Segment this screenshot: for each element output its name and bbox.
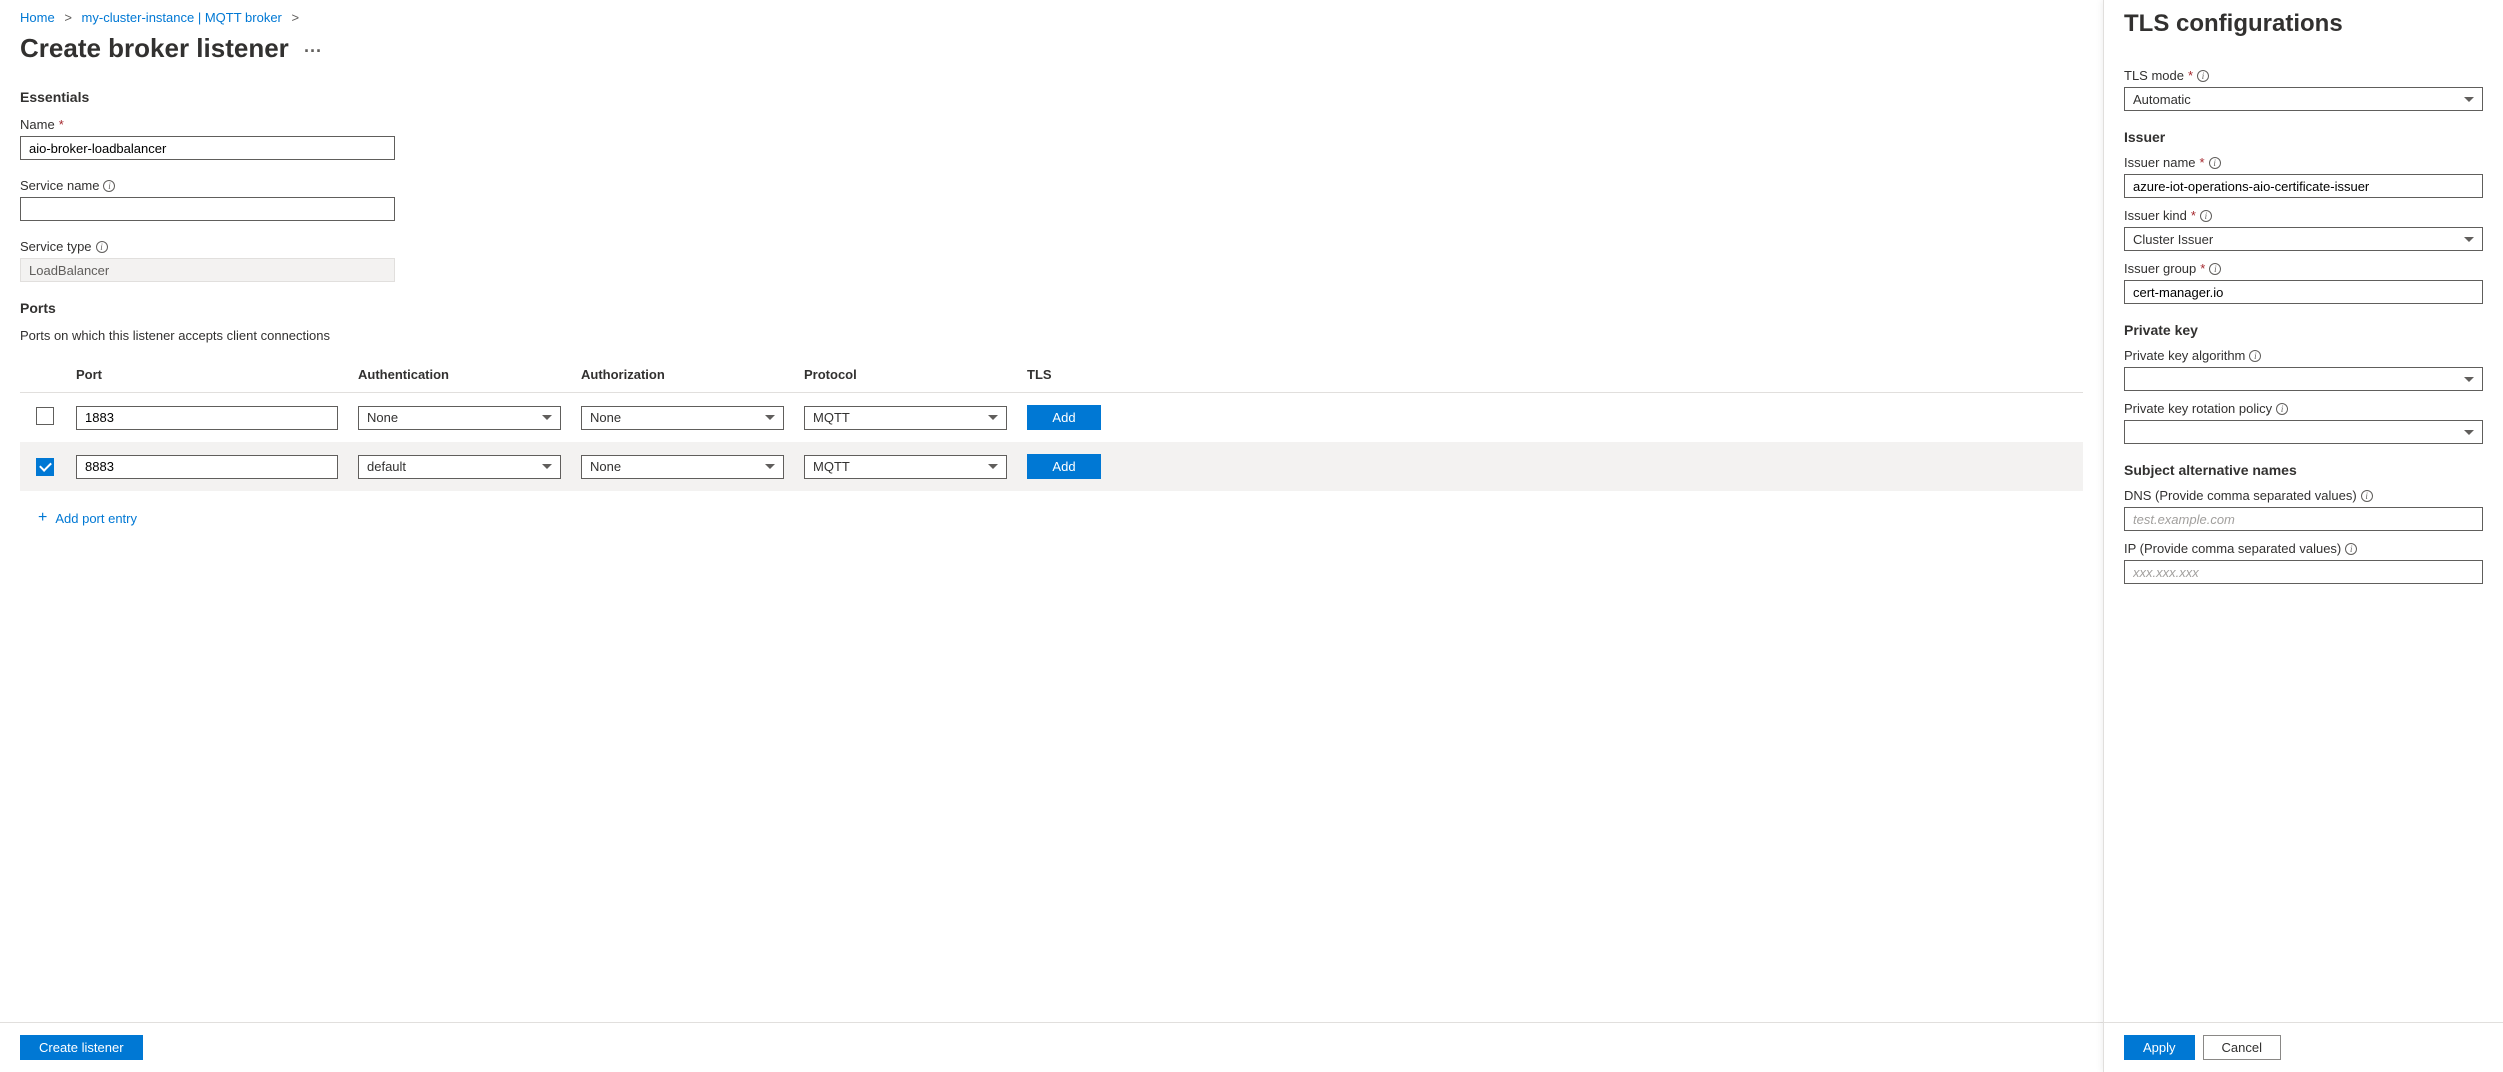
authz-select[interactable]: None bbox=[581, 455, 784, 479]
required-icon: * bbox=[2191, 208, 2196, 223]
dns-input[interactable] bbox=[2124, 507, 2483, 531]
port-input[interactable] bbox=[76, 406, 338, 430]
pk-algorithm-label: Private key algorithm bbox=[2124, 348, 2483, 363]
info-icon[interactable] bbox=[2209, 157, 2221, 169]
chevron-down-icon bbox=[542, 464, 552, 469]
issuer-group-input[interactable] bbox=[2124, 280, 2483, 304]
chevron-down-icon bbox=[2464, 430, 2474, 435]
cancel-button[interactable]: Cancel bbox=[2203, 1035, 2281, 1060]
info-icon[interactable] bbox=[2197, 70, 2209, 82]
required-icon: * bbox=[2188, 68, 2193, 83]
chevron-down-icon bbox=[765, 415, 775, 420]
info-icon[interactable] bbox=[2361, 490, 2373, 502]
info-icon[interactable] bbox=[2209, 263, 2221, 275]
issuer-name-label: Issuer name * bbox=[2124, 155, 2483, 170]
header-auth: Authentication bbox=[358, 367, 581, 382]
tls-add-button[interactable]: Add bbox=[1027, 405, 1101, 430]
chevron-down-icon bbox=[542, 415, 552, 420]
dns-label: DNS (Provide comma separated values) bbox=[2124, 488, 2483, 503]
ports-table-header: Port Authentication Authorization Protoc… bbox=[20, 357, 2083, 393]
header-tls: TLS bbox=[1027, 367, 1107, 382]
info-icon[interactable] bbox=[103, 180, 115, 192]
chevron-down-icon bbox=[2464, 97, 2474, 102]
service-name-input[interactable] bbox=[20, 197, 395, 221]
page-title: Create broker listener ··· bbox=[20, 33, 2083, 64]
info-icon[interactable] bbox=[2200, 210, 2212, 222]
info-icon[interactable] bbox=[2276, 403, 2288, 415]
proto-select[interactable]: MQTT bbox=[804, 455, 1007, 479]
service-name-label: Service name bbox=[20, 178, 395, 193]
ports-heading: Ports bbox=[20, 300, 2083, 316]
pk-rotation-label: Private key rotation policy bbox=[2124, 401, 2483, 416]
chevron-down-icon bbox=[2464, 237, 2474, 242]
san-heading: Subject alternative names bbox=[2124, 462, 2483, 478]
name-input[interactable] bbox=[20, 136, 395, 160]
issuer-group-label: Issuer group * bbox=[2124, 261, 2483, 276]
info-icon[interactable] bbox=[96, 241, 108, 253]
service-type-label: Service type bbox=[20, 239, 395, 254]
authz-select[interactable]: None bbox=[581, 406, 784, 430]
tls-add-button[interactable]: Add bbox=[1027, 454, 1101, 479]
create-listener-button[interactable]: Create listener bbox=[20, 1035, 143, 1060]
chevron-down-icon bbox=[988, 464, 998, 469]
issuer-heading: Issuer bbox=[2124, 129, 2483, 145]
port-input[interactable] bbox=[76, 455, 338, 479]
pk-rotation-select[interactable] bbox=[2124, 420, 2483, 444]
chevron-right-icon: > bbox=[64, 10, 72, 25]
ip-label: IP (Provide comma separated values) bbox=[2124, 541, 2483, 556]
breadcrumb-item-home[interactable]: Home bbox=[20, 10, 55, 25]
header-authz: Authorization bbox=[581, 367, 804, 382]
apply-button[interactable]: Apply bbox=[2124, 1035, 2195, 1060]
essentials-heading: Essentials bbox=[20, 89, 2083, 105]
pk-algorithm-select[interactable] bbox=[2124, 367, 2483, 391]
table-row: default None MQTT Add bbox=[20, 442, 2083, 491]
name-label: Name * bbox=[20, 117, 395, 132]
chevron-right-icon: > bbox=[292, 10, 300, 25]
table-row: None None MQTT Add bbox=[20, 393, 2083, 442]
required-icon: * bbox=[2200, 261, 2205, 276]
footer-bar: Create listener bbox=[0, 1022, 2103, 1072]
header-proto: Protocol bbox=[804, 367, 1027, 382]
auth-select[interactable]: default bbox=[358, 455, 561, 479]
service-type-value: LoadBalancer bbox=[20, 258, 395, 282]
issuer-name-input[interactable] bbox=[2124, 174, 2483, 198]
required-icon: * bbox=[2200, 155, 2205, 170]
issuer-kind-select[interactable]: Cluster Issuer bbox=[2124, 227, 2483, 251]
auth-select[interactable]: None bbox=[358, 406, 561, 430]
chevron-down-icon bbox=[2464, 377, 2474, 382]
ports-table: Port Authentication Authorization Protoc… bbox=[20, 357, 2083, 491]
row-checkbox[interactable] bbox=[36, 407, 54, 425]
ports-description: Ports on which this listener accepts cli… bbox=[20, 328, 2083, 343]
issuer-kind-label: Issuer kind * bbox=[2124, 208, 2483, 223]
tls-panel-title: TLS configurations bbox=[2124, 10, 2483, 38]
private-key-heading: Private key bbox=[2124, 322, 2483, 338]
info-icon[interactable] bbox=[2249, 350, 2261, 362]
chevron-down-icon bbox=[765, 464, 775, 469]
page-title-text: Create broker listener bbox=[20, 33, 289, 63]
header-port: Port bbox=[76, 367, 358, 382]
chevron-down-icon bbox=[988, 415, 998, 420]
tls-panel-footer: Apply Cancel bbox=[2104, 1022, 2503, 1072]
ip-input[interactable] bbox=[2124, 560, 2483, 584]
breadcrumb-item-cluster[interactable]: my-cluster-instance | MQTT broker bbox=[82, 10, 282, 25]
tls-mode-select[interactable]: Automatic bbox=[2124, 87, 2483, 111]
add-port-link[interactable]: + Add port entry bbox=[38, 509, 2083, 527]
info-icon[interactable] bbox=[2345, 543, 2357, 555]
more-icon[interactable]: ··· bbox=[304, 41, 322, 61]
row-checkbox[interactable] bbox=[36, 458, 54, 476]
breadcrumb: Home > my-cluster-instance | MQTT broker… bbox=[20, 10, 2083, 25]
proto-select[interactable]: MQTT bbox=[804, 406, 1007, 430]
required-icon: * bbox=[59, 117, 64, 132]
plus-icon: + bbox=[38, 509, 47, 527]
tls-mode-label: TLS mode * bbox=[2124, 68, 2483, 83]
